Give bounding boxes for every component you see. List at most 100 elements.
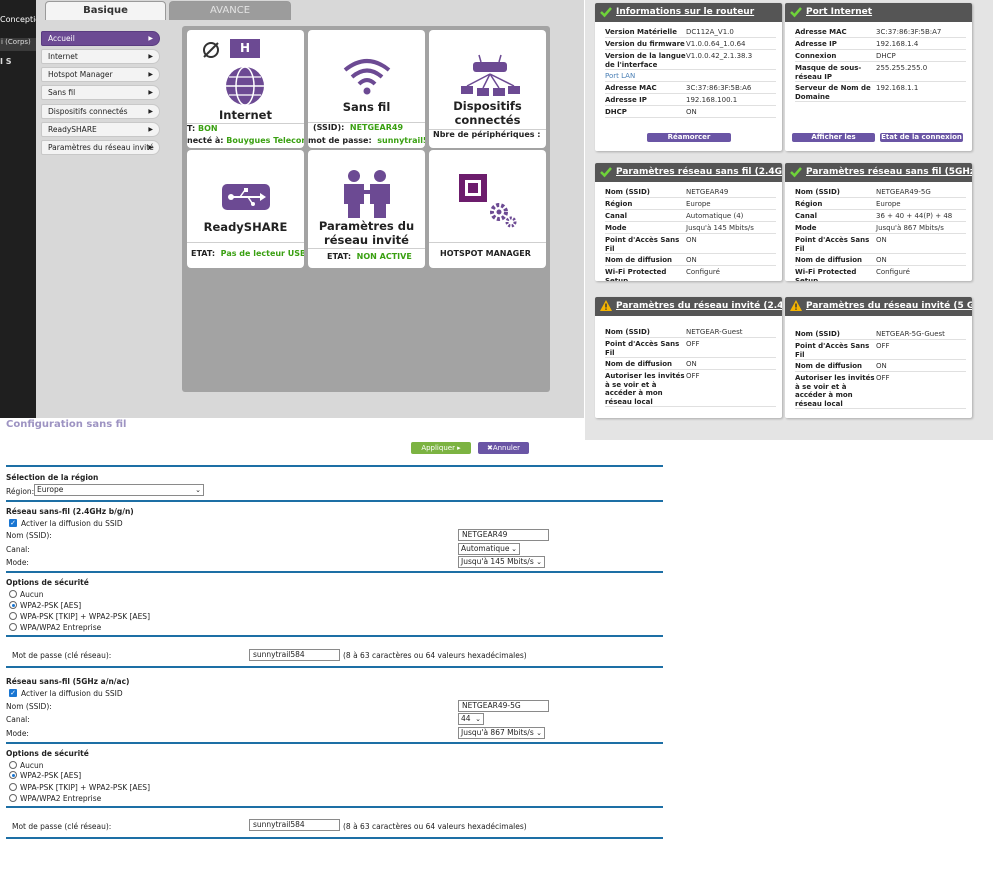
usb-icon bbox=[222, 184, 270, 210]
security-24-enterprise-radio[interactable] bbox=[9, 623, 17, 631]
tab-advanced[interactable]: AVANCE bbox=[169, 1, 291, 20]
info-row-value: 192.168.1.1 bbox=[876, 84, 919, 92]
security-24-wpa2-radio[interactable] bbox=[9, 601, 17, 609]
ssid-24-input[interactable]: NETGEAR49 bbox=[458, 529, 549, 541]
info-row-value: NETGEAR-Guest bbox=[686, 328, 743, 336]
info-row: Version de la langue de l'interface V1.0.… bbox=[605, 50, 776, 70]
section-divider bbox=[6, 837, 663, 839]
channel-24-select[interactable]: Automatique ⌄ bbox=[458, 543, 520, 555]
info-row-value: DHCP bbox=[876, 52, 896, 60]
broadcast-ssid-24-label: Activer la diffusion du SSID bbox=[21, 519, 123, 528]
chevron-right-icon: ▶ bbox=[148, 126, 153, 133]
info-row-key: Autoriser les invités à se voir et à acc… bbox=[795, 374, 875, 408]
info-row: Adresse IP 192.168.1.4 bbox=[795, 38, 966, 50]
broadcast-ssid-5-label: Activer la diffusion du SSID bbox=[21, 689, 123, 698]
info-row-value: ON bbox=[876, 236, 887, 244]
info-row-value: 192.168.1.4 bbox=[876, 40, 919, 48]
show-statistics-button[interactable]: Afficher les statistiques bbox=[792, 133, 875, 150]
tile-password-line: mot de passe: sunnytrail58 bbox=[308, 136, 425, 145]
mode-5-select[interactable]: Jusqu'à 867 Mbits/s ⌄ bbox=[458, 727, 545, 739]
wifi-5-rows: Nom (SSID) NETGEAR49-5G Région Europe Canal 3… bbox=[785, 182, 972, 281]
password-hint: (8 à 63 caractères ou 64 valeurs hexadéc… bbox=[343, 651, 527, 660]
security-24-heading: Options de sécurité bbox=[6, 578, 89, 587]
tile-wireless[interactable]: Sans fil (SSID): NETGEAR49 mot de passe:… bbox=[308, 30, 425, 148]
guest-5-box: Paramètres du réseau invité (5 GHz) Nom … bbox=[785, 297, 972, 418]
internet-port-rows: Adresse MAC 3C:37:86:3F:5B:A7 Adresse IP 19… bbox=[785, 22, 972, 102]
info-row: Port LAN bbox=[605, 70, 776, 82]
section-divider bbox=[6, 742, 663, 744]
check-icon bbox=[600, 167, 612, 178]
sidebar-item-guest[interactable]: Paramètres du réseau invité ▶ bbox=[41, 140, 160, 155]
radio-label: WPA/WPA2 Entreprise bbox=[20, 794, 102, 803]
word-font-box[interactable]: i (Corps) bbox=[0, 38, 36, 51]
sidebar-item-home[interactable]: Accueil ▶ bbox=[41, 31, 160, 46]
info-row-key: Autoriser les invités à se voir et à acc… bbox=[605, 372, 685, 406]
hotspot-manager-icon bbox=[459, 174, 517, 228]
guest-5-rows: Nom (SSID) NETGEAR-5G-Guest Point d'Accès … bbox=[785, 316, 972, 409]
channel-5-select[interactable]: 44 ⌄ bbox=[458, 713, 484, 725]
chevron-right-icon: ▶ bbox=[148, 108, 153, 115]
ssid-5-input[interactable]: NETGEAR49-5G bbox=[458, 700, 549, 712]
info-row-value: ON bbox=[686, 360, 697, 368]
tile-guest-network[interactable]: Paramètres du réseau invité ETAT: NON AC… bbox=[308, 150, 425, 268]
security-24-none-radio[interactable] bbox=[9, 590, 17, 598]
sidebar-item-devices[interactable]: Dispositifs connectés ▶ bbox=[41, 104, 160, 119]
channel-24-label: Canal: bbox=[6, 545, 30, 554]
info-row-key: Wi-Fi Protected Setup bbox=[795, 268, 857, 281]
box-header[interactable]: Port Internet bbox=[785, 3, 972, 22]
info-row-key: Point d'Accès Sans Fil bbox=[795, 236, 870, 253]
info-row-value: V1.0.0.64_1.0.64 bbox=[686, 40, 746, 48]
security-5-mixed-radio[interactable] bbox=[9, 783, 17, 791]
security-5-enterprise-radio[interactable] bbox=[9, 794, 17, 802]
box-header[interactable]: Paramètres du réseau invité (5 GHz) bbox=[785, 297, 972, 316]
tile-status-line: ETAT: NON ACTIVE bbox=[308, 248, 425, 261]
sidebar-item-wireless[interactable]: Sans fil ▶ bbox=[41, 85, 160, 100]
reboot-button[interactable]: Réamorcer bbox=[647, 133, 731, 142]
box-header[interactable]: Paramètres du réseau invité (2.4 GHz) bbox=[595, 297, 782, 316]
tile-devices[interactable]: Dispositifs connectés Nbre de périphériq… bbox=[429, 30, 546, 148]
info-row-value: Jusqu'à 145 Mbits/s bbox=[686, 224, 754, 232]
box-header[interactable]: Paramètres réseau sans fil (2.4GHz) bbox=[595, 163, 782, 182]
apply-button[interactable]: Appliquer ▸ bbox=[411, 442, 471, 454]
password-24-input[interactable]: sunnytrail584 bbox=[249, 649, 340, 661]
sidebar-item-readyshare[interactable]: ReadySHARE ▶ bbox=[41, 122, 160, 137]
info-row-key: Adresse MAC bbox=[795, 28, 847, 36]
lan-port-link[interactable]: Port LAN bbox=[605, 72, 686, 81]
info-row: Wi-Fi Protected Setup Configuré bbox=[605, 266, 776, 281]
info-row: Serveur de Nom de Domaine 192.168.1.1 bbox=[795, 82, 966, 102]
security-24-mixed-radio[interactable] bbox=[9, 612, 17, 620]
tab-basic[interactable]: Basique bbox=[45, 1, 166, 20]
region-select[interactable]: Europe ⌄ bbox=[34, 484, 204, 496]
password-5-label: Mot de passe (clé réseau): bbox=[12, 822, 112, 831]
channel-5-label: Canal: bbox=[6, 715, 30, 724]
info-row-key: Canal bbox=[605, 212, 627, 220]
sidebar-item-label: Accueil bbox=[48, 34, 75, 43]
box-header[interactable]: Informations sur le routeur bbox=[595, 3, 782, 22]
info-row-value: NETGEAR49 bbox=[686, 188, 729, 196]
password-5-input[interactable]: sunnytrail584 bbox=[249, 819, 340, 831]
wifi-24-rows: Nom (SSID) NETGEAR49 Région Europe Canal Auto… bbox=[595, 182, 782, 281]
box-header[interactable]: Paramètres réseau sans fil (5GHz) bbox=[785, 163, 972, 182]
info-row-key: Version de la langue de l'interface bbox=[605, 52, 686, 69]
tile-readyshare[interactable]: ReadySHARE ETAT: Pas de lecteur USB bbox=[187, 150, 304, 268]
broadcast-ssid-5-checkbox[interactable]: ✓ bbox=[9, 689, 17, 697]
connection-status-button[interactable]: Etat de la connexion bbox=[880, 133, 963, 142]
sidebar-item-hotspot[interactable]: Hotspot Manager ▶ bbox=[41, 67, 160, 82]
sidebar-item-label: Paramètres du réseau invité bbox=[48, 143, 154, 152]
mode-24-select[interactable]: Jusqu'à 145 Mbits/s ⌄ bbox=[458, 556, 545, 568]
info-row: Wi-Fi Protected Setup Configuré bbox=[795, 266, 966, 281]
tile-title: ReadySHARE bbox=[203, 220, 288, 234]
info-row-key: Canal bbox=[795, 212, 817, 220]
info-row-key: Nom (SSID) bbox=[795, 188, 840, 196]
sidebar-item-internet[interactable]: Internet ▶ bbox=[41, 49, 160, 64]
tile-device-count: Nbre de périphériques : 1 bbox=[429, 129, 546, 139]
broadcast-ssid-24-checkbox[interactable]: ✓ bbox=[9, 519, 17, 527]
security-5-none-radio[interactable] bbox=[9, 761, 17, 769]
security-5-wpa2-radio[interactable] bbox=[9, 771, 17, 779]
word-format-buttons[interactable]: I S bbox=[0, 57, 12, 66]
tile-status-line: ETAT: Pas de lecteur USB bbox=[187, 242, 304, 258]
cancel-button[interactable]: ✖Annuler bbox=[478, 442, 529, 454]
tile-internet[interactable]: H Internet T: BON necté à: Bouygues Tele… bbox=[187, 30, 304, 148]
tile-hotspot-manager[interactable]: HOTSPOT MANAGER bbox=[429, 150, 546, 268]
info-row-value: 3C:37:86:3F:5B:A6 bbox=[686, 84, 752, 92]
